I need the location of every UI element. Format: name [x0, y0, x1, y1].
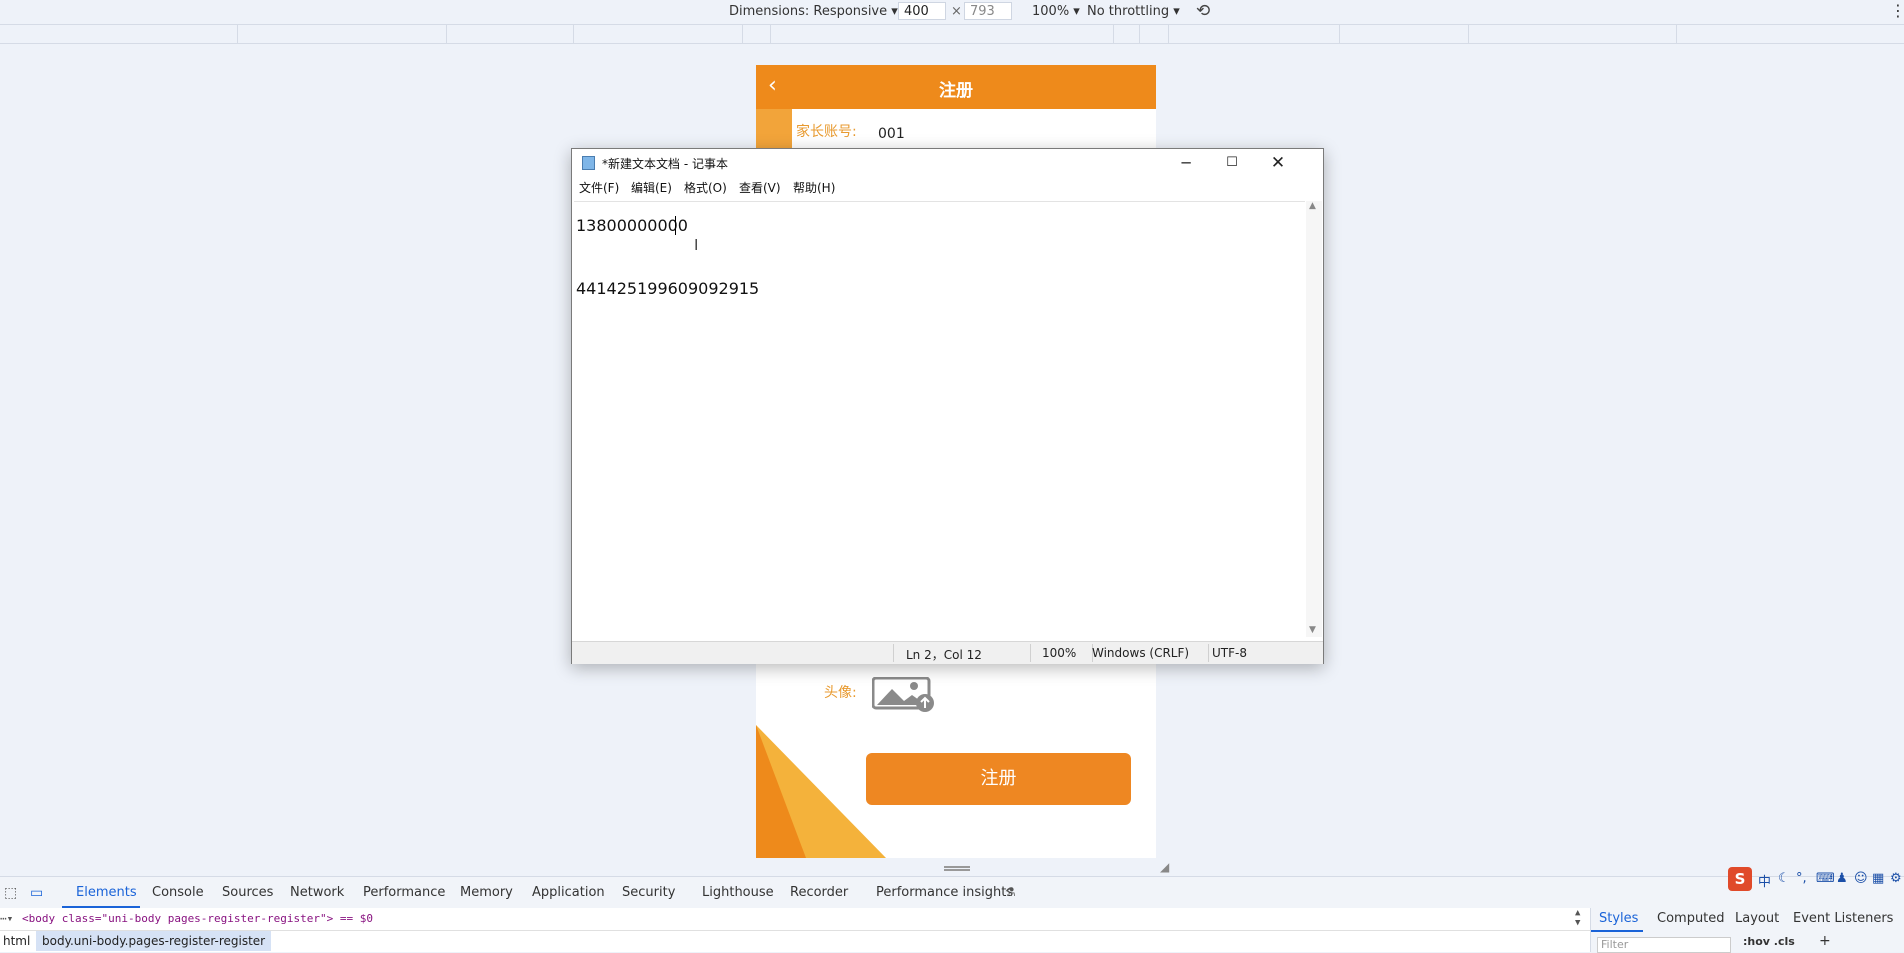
text-line-3: 441425199609092915	[576, 279, 760, 298]
tab-elements[interactable]: Elements	[76, 885, 137, 900]
ime-toolbar: S 中 ☾ °, ⌨ ♟ ☺ ▦ ⚙	[1728, 867, 1904, 893]
moon-icon[interactable]: ☾	[1778, 871, 1790, 886]
line-ending: Windows (CRLF)	[1092, 646, 1190, 660]
tab-performance[interactable]: Performance	[363, 885, 445, 900]
tab-recorder[interactable]: Recorder	[790, 885, 848, 900]
maximize-icon[interactable]: ☐	[1209, 149, 1255, 177]
device-toolbar: Dimensions: Responsive ▾ 400 × 793 100% …	[0, 0, 1904, 24]
tab-lighthouse[interactable]: Lighthouse	[702, 885, 774, 900]
menu-format[interactable]: 格式(O)	[684, 179, 727, 196]
breadcrumb: html body.uni-body.pages-register-regist…	[0, 930, 1590, 952]
corner-resize-icon[interactable]: ◢	[1160, 860, 1169, 874]
toolbox-icon[interactable]: ▦	[1872, 871, 1884, 886]
devtools-tabbar: ⬚ ▭ Elements Console Sources Network Per…	[0, 876, 1904, 908]
dom-body-node[interactable]: <body class="uni-body pages-register-reg…	[22, 912, 373, 925]
settings-icon[interactable]: ⚙	[1890, 871, 1902, 886]
text-caret	[675, 216, 676, 235]
menu-edit[interactable]: 编辑(E)	[631, 179, 672, 196]
tab-security[interactable]: Security	[622, 885, 675, 900]
throttle-dropdown[interactable]: No throttling ▾	[1087, 4, 1180, 19]
tab-application[interactable]: Application	[532, 885, 605, 900]
window-title: *新建文本文档 - 记事本	[602, 157, 728, 171]
add-rule-icon[interactable]: +	[1819, 933, 1831, 949]
account-value[interactable]: 001	[878, 126, 905, 142]
minimize-icon[interactable]: ─	[1163, 149, 1209, 177]
tab-layout[interactable]: Layout	[1735, 911, 1779, 926]
tab-performance-insights[interactable]: Performance insights	[876, 885, 1013, 900]
close-icon[interactable]: ✕	[1255, 149, 1301, 177]
styles-filter-input[interactable]: Filter	[1597, 937, 1731, 953]
menu-view[interactable]: 查看(V)	[739, 179, 781, 196]
encoding: UTF-8	[1212, 646, 1247, 660]
notepad-window: *新建文本文档 - 记事本 ─ ☐ ✕ 文件(F) 编辑(E) 格式(O) 查看…	[571, 148, 1324, 664]
width-input[interactable]: 400	[898, 2, 946, 20]
height-input[interactable]: 793	[964, 2, 1012, 20]
expand-arrow-icon[interactable]: ⋯▾	[0, 912, 13, 925]
tab-network[interactable]: Network	[290, 885, 344, 900]
register-button[interactable]: 注册	[866, 753, 1131, 805]
vertical-scrollbar[interactable]: ▲ ▼	[1306, 201, 1322, 637]
text-editor[interactable]: 13800000000 I 441425199609092915	[574, 201, 1305, 638]
crumb-body[interactable]: body.uni-body.pages-register-register	[36, 931, 272, 951]
flask-icon: ⚗	[1005, 885, 1016, 899]
dimensions-dropdown[interactable]: Dimensions: Responsive ▾	[729, 4, 898, 19]
sogou-logo-icon[interactable]: S	[1728, 867, 1752, 891]
rotate-icon[interactable]: ⟲	[1196, 1, 1210, 21]
user-icon[interactable]: ☺	[1854, 871, 1868, 886]
tab-computed[interactable]: Computed	[1657, 911, 1725, 926]
tab-memory[interactable]: Memory	[460, 885, 513, 900]
menu-help[interactable]: 帮助(H)	[793, 179, 835, 196]
keyboard-icon[interactable]: ⌨	[1816, 871, 1835, 886]
tab-event-listeners[interactable]: Event Listeners	[1793, 911, 1893, 926]
notepad-icon	[582, 156, 595, 170]
menu-file[interactable]: 文件(F)	[579, 179, 619, 196]
text-line-1: 13800000000	[576, 216, 688, 235]
tab-styles[interactable]: Styles	[1599, 911, 1638, 926]
punctuation-icon[interactable]: °,	[1796, 871, 1807, 886]
dom-tree: ⋯▾ <body class="uni-body pages-register-…	[0, 908, 1590, 930]
zoom-level: 100%	[1042, 646, 1077, 660]
crumb-html[interactable]: html	[3, 934, 30, 948]
zoom-dropdown[interactable]: 100% ▾	[1032, 4, 1080, 19]
menu-bar: 文件(F) 编辑(E) 格式(O) 查看(V) 帮助(H)	[572, 177, 1323, 197]
ime-language[interactable]: 中	[1758, 871, 1771, 890]
i-beam-cursor-icon: I	[694, 236, 699, 254]
account-label: 家长账号:	[796, 124, 857, 140]
skin-icon[interactable]: ♟	[1836, 871, 1848, 886]
more-options-icon[interactable]: ⋮	[1890, 1, 1904, 20]
upload-image-icon[interactable]	[871, 676, 936, 717]
title-bar[interactable]: *新建文本文档 - 记事本 ─ ☐ ✕	[572, 149, 1323, 177]
hov-cls-toggles[interactable]: :hov .cls	[1743, 935, 1795, 948]
cursor-position: Ln 2，Col 12	[906, 648, 982, 662]
inspect-element-icon[interactable]: ⬚	[4, 885, 17, 901]
status-bar: Ln 2，Col 12 100% Windows (CRLF) UTF-8	[572, 641, 1323, 664]
nav-bar: ‹ 注册	[756, 65, 1156, 109]
scroll-arrows-icon[interactable]: ▲ ▼	[1575, 908, 1580, 928]
times-sign: ×	[951, 4, 962, 19]
media-query-bar	[0, 24, 1904, 44]
viewport-resize-handle[interactable]	[944, 866, 970, 871]
nav-title: 注册	[939, 81, 973, 101]
avatar-label: 头像:	[824, 685, 857, 701]
device-toggle-icon[interactable]: ▭	[30, 885, 43, 901]
tab-console[interactable]: Console	[152, 885, 204, 900]
tab-sources[interactable]: Sources	[222, 885, 273, 900]
